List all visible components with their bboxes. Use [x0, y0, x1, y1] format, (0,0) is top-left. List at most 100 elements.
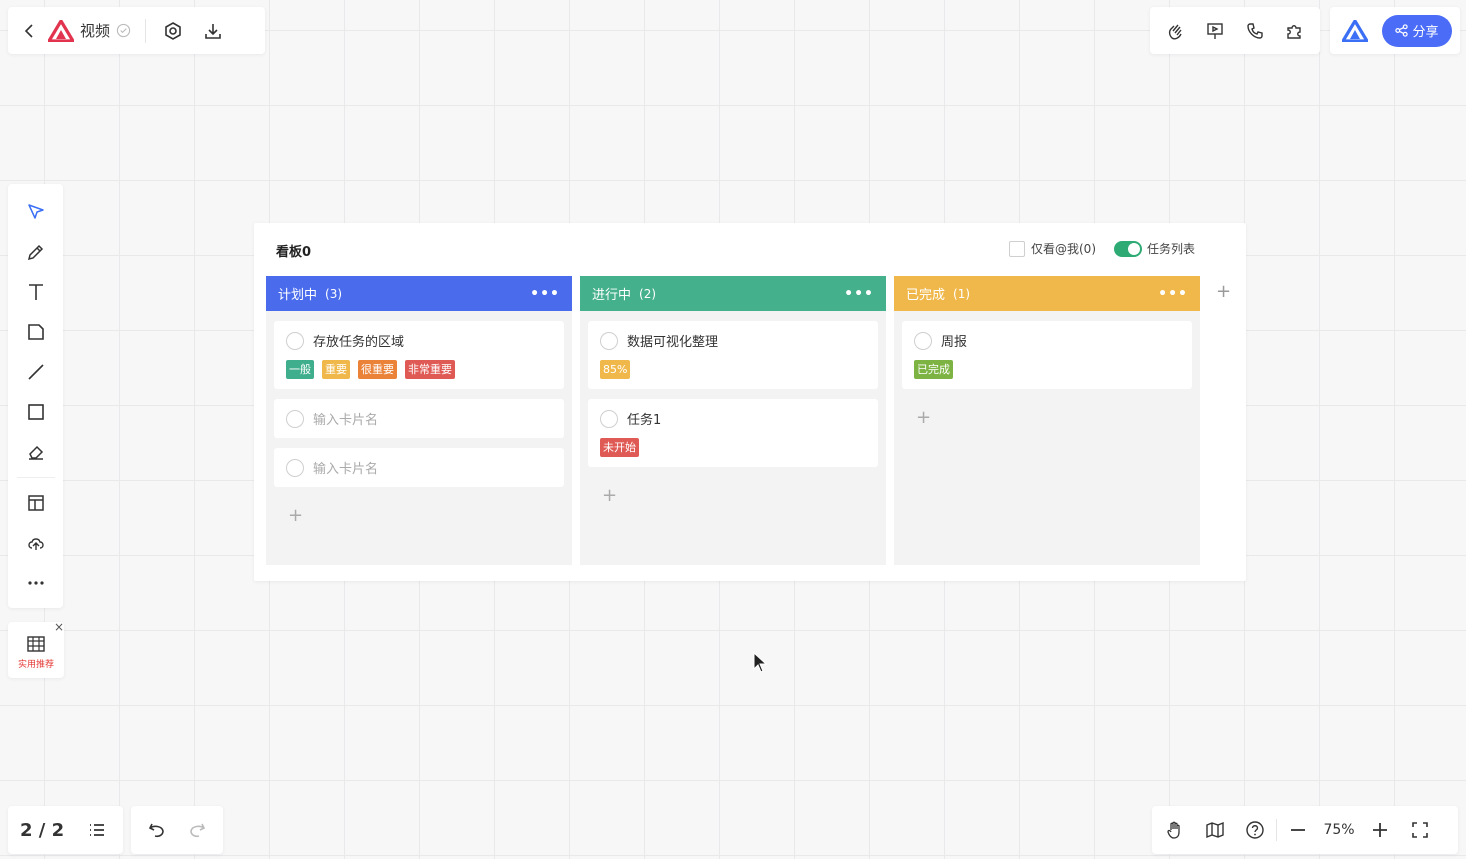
task-list-label: 任务列表 — [1147, 242, 1196, 256]
column-header[interactable]: 计划中 (3) ••• — [266, 276, 572, 311]
card-name-input[interactable]: 输入卡片名 — [313, 409, 378, 428]
task-card[interactable]: 任务1 未开始 — [588, 399, 878, 467]
download-icon[interactable] — [198, 16, 228, 46]
divider — [1276, 819, 1277, 841]
task-list-switch[interactable] — [1114, 240, 1142, 257]
add-card-icon[interactable]: + — [288, 505, 306, 526]
task-status-radio[interactable] — [286, 458, 304, 477]
table-icon — [26, 634, 46, 654]
presentation-icon[interactable] — [1200, 16, 1230, 46]
plugin-icon[interactable] — [1279, 16, 1309, 46]
page-number[interactable]: 2 / 2 — [20, 820, 64, 841]
zoom-in-icon[interactable] — [1365, 815, 1395, 845]
tag[interactable]: 一般 — [286, 360, 314, 379]
view-controls: 75% — [1152, 806, 1458, 854]
divider — [145, 18, 147, 43]
top-left-bar: 视频 — [8, 7, 265, 54]
text-tool-icon[interactable] — [21, 277, 51, 307]
tag[interactable]: 已完成 — [914, 360, 953, 379]
task-status-radio[interactable] — [286, 409, 304, 428]
settings-icon[interactable] — [158, 16, 188, 46]
toolbar-divider — [16, 477, 55, 478]
add-card-icon[interactable]: + — [916, 407, 934, 428]
kanban-title[interactable]: 看板0 — [276, 241, 311, 260]
tag[interactable]: 非常重要 — [405, 360, 455, 379]
column-name: 已完成 — [906, 288, 946, 303]
tag[interactable]: 很重要 — [358, 360, 397, 379]
task-card[interactable]: 存放任务的区域 一般 重要 很重要 非常重要 — [274, 321, 564, 389]
upload-cloud-icon[interactable] — [21, 528, 51, 558]
tag-list: 未开始 — [600, 438, 866, 457]
task-list-toggle[interactable]: 任务列表 — [1114, 240, 1195, 257]
undo-redo-bar — [131, 806, 223, 854]
only-me-filter[interactable]: 仅看@我(0) — [1009, 240, 1096, 257]
only-me-checkbox[interactable] — [1009, 240, 1025, 257]
column-count: (3) — [325, 286, 343, 301]
zoom-out-icon[interactable] — [1283, 815, 1313, 845]
card-name-input[interactable]: 输入卡片名 — [313, 458, 378, 477]
kanban-column: 已完成 (1) ••• 周报 已完成 + — [894, 276, 1200, 565]
close-icon[interactable]: × — [52, 620, 66, 634]
more-icon[interactable] — [21, 568, 51, 598]
page-list-icon[interactable] — [82, 815, 112, 845]
brand-logo-icon — [1342, 19, 1368, 42]
tag[interactable]: 85% — [600, 360, 631, 379]
column-more-icon[interactable]: ••• — [1158, 286, 1188, 302]
line-tool-icon[interactable] — [21, 357, 51, 387]
template-tool-icon[interactable] — [21, 488, 51, 518]
add-column-icon[interactable]: + — [1216, 281, 1231, 302]
tag-list: 一般 重要 很重要 非常重要 — [286, 360, 552, 379]
task-card[interactable]: 输入卡片名 — [274, 399, 564, 438]
rectangle-tool-icon[interactable] — [21, 397, 51, 427]
map-icon[interactable] — [1200, 815, 1230, 845]
column-header[interactable]: 已完成 (1) ••• — [894, 276, 1200, 311]
sticky-note-tool-icon[interactable] — [21, 317, 51, 347]
task-status-radio[interactable] — [914, 331, 932, 350]
pen-tool-icon[interactable] — [21, 237, 51, 267]
tag[interactable]: 重要 — [322, 360, 350, 379]
share-icon — [1395, 24, 1409, 37]
app-logo — [48, 19, 74, 42]
tag-list: 85% — [600, 360, 866, 379]
recommend-label: 实用推荐 — [17, 660, 54, 670]
eraser-tool-icon[interactable] — [21, 437, 51, 467]
task-card[interactable]: 输入卡片名 — [274, 448, 564, 487]
share-button[interactable]: 分享 — [1382, 14, 1452, 47]
hand-pan-icon[interactable] — [1160, 815, 1190, 845]
page-indicator: 2 / 2 — [8, 806, 123, 854]
task-status-radio[interactable] — [600, 331, 618, 350]
only-me-label: 仅看@我(0) — [1031, 242, 1096, 256]
board-title[interactable]: 视频 — [80, 20, 110, 41]
tag-list: 已完成 — [914, 360, 1180, 379]
phone-icon[interactable] — [1240, 16, 1270, 46]
top-right-tools — [1150, 7, 1320, 54]
column-count: (2) — [639, 286, 657, 301]
kanban-column: 进行中 (2) ••• 数据可视化整理 85% 任务1 未开始 + — [580, 276, 886, 565]
undo-icon[interactable] — [142, 815, 172, 845]
select-tool-icon[interactable] — [21, 197, 51, 227]
zoom-level[interactable]: 75% — [1313, 822, 1365, 838]
task-status-radio[interactable] — [600, 409, 618, 428]
card-name: 周报 — [941, 335, 968, 350]
tag[interactable]: 未开始 — [600, 438, 639, 457]
share-label: 分享 — [1412, 25, 1439, 40]
fullscreen-icon[interactable] — [1405, 815, 1435, 845]
task-status-radio[interactable] — [286, 331, 304, 350]
back-icon[interactable] — [18, 16, 42, 46]
add-card-icon[interactable]: + — [602, 485, 620, 506]
hand-wave-icon[interactable] — [1161, 16, 1191, 46]
help-icon[interactable] — [1240, 815, 1270, 845]
column-header[interactable]: 进行中 (2) ••• — [580, 276, 886, 311]
card-name: 任务1 — [627, 413, 662, 428]
column-more-icon[interactable]: ••• — [530, 286, 560, 302]
recommend-widget[interactable]: 实用推荐 × — [8, 620, 66, 678]
column-more-icon[interactable]: ••• — [844, 286, 874, 302]
task-card[interactable]: 周报已完成 — [902, 321, 1192, 389]
card-name: 数据可视化整理 — [627, 335, 719, 350]
redo-icon[interactable] — [182, 815, 212, 845]
column-name: 进行中 — [592, 288, 632, 303]
task-card[interactable]: 数据可视化整理 85% — [588, 321, 878, 389]
top-brand-bar: 分享 — [1330, 7, 1460, 54]
saved-check-icon — [116, 23, 131, 38]
kanban-board[interactable]: 看板0 仅看@我(0) 任务列表 计划中 (3) ••• 存放任务的区域 一般 重要 很重要… — [254, 223, 1246, 581]
